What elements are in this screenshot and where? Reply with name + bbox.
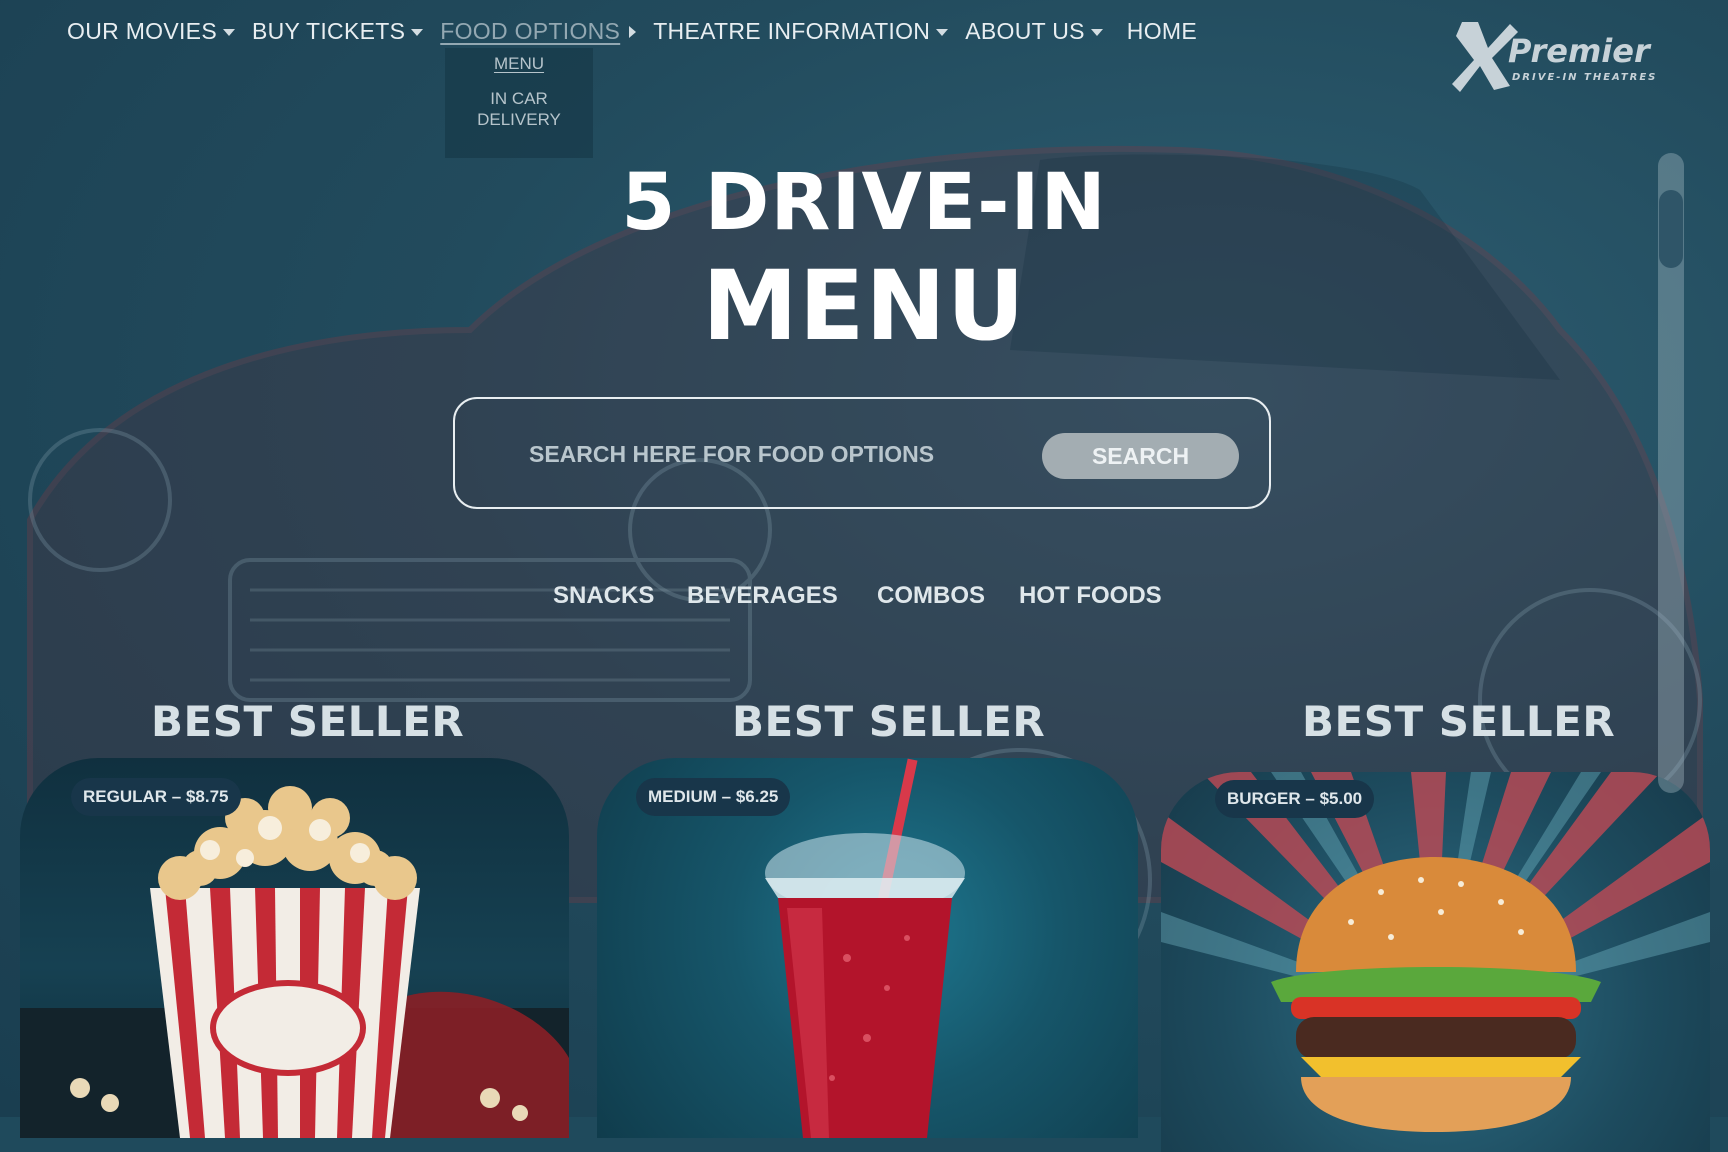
product-card-burger[interactable]: BURGER – $5.00	[1161, 772, 1710, 1152]
nav-our-movies[interactable]: OUR MOVIES	[67, 18, 235, 45]
chevron-right-icon	[629, 25, 637, 38]
search-button[interactable]: SEARCH	[1042, 433, 1239, 479]
category-tabs: SNACKS BEVERAGES COMBOS HOT FOODS	[0, 582, 1728, 612]
chevron-down-icon	[222, 29, 235, 36]
chevron-down-icon	[411, 29, 424, 36]
price-badge: MEDIUM – $6.25	[636, 778, 791, 816]
nav-buy-tickets-label: BUY TICKETS	[251, 18, 406, 44]
cheeseburger-image	[1161, 772, 1710, 1132]
nav-home-label: HOME	[1126, 18, 1197, 44]
nav-theatre-information[interactable]: THEATRE INFORMATION	[653, 18, 949, 45]
category-beverages[interactable]: BEVERAGES	[687, 582, 838, 610]
page-title-line1: 5 DRIVE-IN	[621, 158, 1107, 248]
logo-tagline: DRIVE-IN THEATRES	[1512, 72, 1657, 83]
search-bar: SEARCH	[453, 397, 1271, 509]
nav-food-options[interactable]: FOOD OPTIONS	[440, 18, 637, 45]
chevron-down-icon	[936, 29, 949, 36]
logo-wordmark: Premier	[1508, 32, 1652, 70]
dropdown-item-in-car-delivery[interactable]: IN CAR DELIVERY	[474, 88, 564, 130]
category-hot-foods[interactable]: HOT FOODS	[1019, 582, 1162, 610]
nav-theatre-information-label: THEATRE INFORMATION	[653, 18, 931, 44]
chevron-down-icon	[1090, 29, 1103, 36]
nav-food-options-label: FOOD OPTIONS	[440, 18, 621, 44]
food-options-dropdown: MENU IN CAR DELIVERY	[445, 48, 593, 158]
price-badge: REGULAR – $8.75	[71, 778, 241, 816]
nav-about-us-label: ABOUT US	[965, 18, 1085, 44]
card-heading: BEST SELLER	[1302, 697, 1616, 746]
dropdown-item-menu[interactable]: MENU	[445, 54, 593, 74]
card-heading: BEST SELLER	[151, 697, 465, 746]
main-nav: OUR MOVIES BUY TICKETS FOOD OPTIONS THEA…	[67, 18, 1214, 45]
search-input[interactable]	[527, 435, 981, 473]
nav-our-movies-label: OUR MOVIES	[67, 18, 217, 44]
product-card-popcorn[interactable]: REGULAR – $8.75	[20, 758, 569, 1138]
category-combos[interactable]: COMBOS	[877, 582, 985, 610]
category-snacks[interactable]: SNACKS	[553, 582, 654, 610]
card-heading: BEST SELLER	[732, 697, 1046, 746]
scrollbar-thumb[interactable]	[1659, 190, 1683, 268]
nav-home[interactable]: HOME	[1127, 18, 1197, 45]
nav-about-us[interactable]: ABOUT US	[965, 18, 1103, 45]
premier-logo[interactable]: Premier DRIVE-IN THEATRES	[1448, 22, 1680, 94]
nav-buy-tickets[interactable]: BUY TICKETS	[251, 18, 424, 45]
page-title-line2: MENU	[702, 250, 1026, 362]
price-badge: BURGER – $5.00	[1215, 780, 1375, 818]
product-card-soda[interactable]: MEDIUM – $6.25	[597, 758, 1138, 1138]
